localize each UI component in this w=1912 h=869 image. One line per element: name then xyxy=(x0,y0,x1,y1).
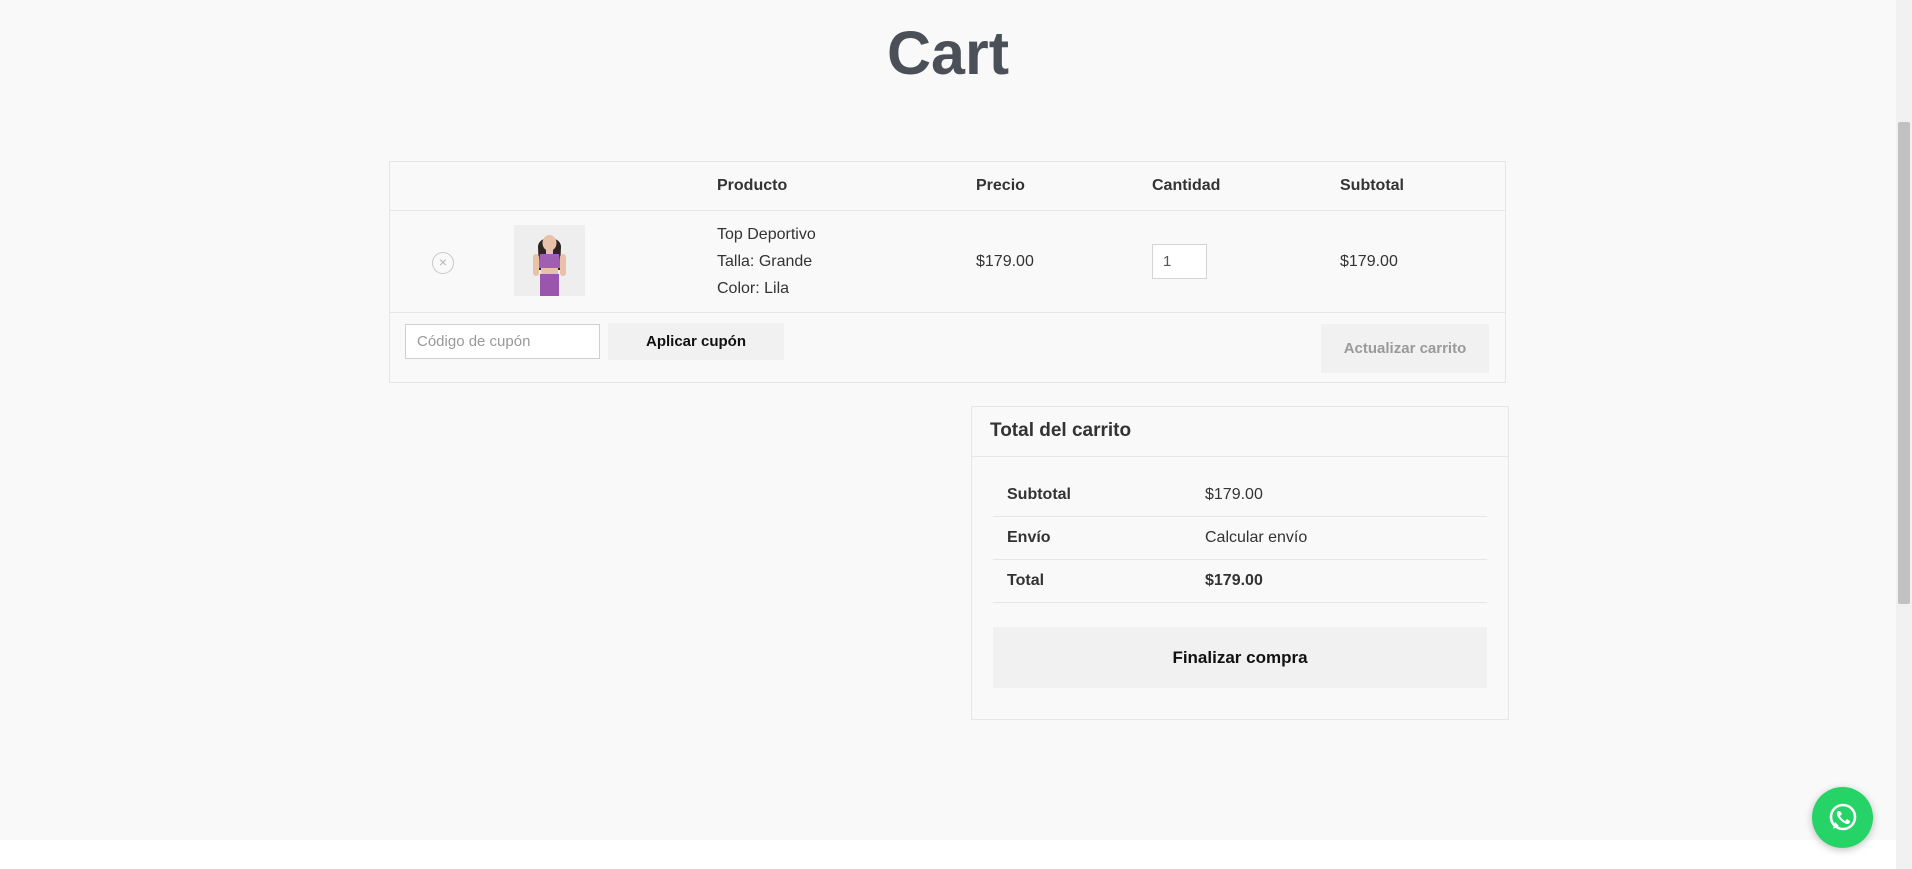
update-cart-button[interactable]: Actualizar carrito xyxy=(1321,324,1489,373)
calculate-shipping-link[interactable]: Calcular envío xyxy=(1205,529,1307,547)
page-title: Cart xyxy=(886,19,1010,87)
size-label: Talla: xyxy=(717,253,755,270)
close-icon: × xyxy=(438,254,448,270)
product-thumbnail[interactable] xyxy=(514,225,585,296)
totals-total-value: $179.00 xyxy=(1205,572,1263,589)
cart-actions: Aplicar cupón Actualizar carrito xyxy=(390,313,1505,382)
product-name-link[interactable]: Top Deportivo xyxy=(717,226,816,244)
whatsapp-chat-button[interactable] xyxy=(1812,787,1873,848)
product-size-meta: Talla: Grande xyxy=(717,253,812,271)
cart-totals-title: Total del carrito xyxy=(972,407,1508,457)
totals-total-label: Total xyxy=(1007,572,1045,589)
totals-subtotal-value: $179.00 xyxy=(1205,486,1263,503)
header-subtotal: Subtotal xyxy=(1340,177,1404,194)
size-value: Grande xyxy=(758,253,813,270)
apply-coupon-button[interactable]: Aplicar cupón xyxy=(608,323,784,360)
product-image-icon xyxy=(514,225,585,296)
totals-shipping-label: Envío xyxy=(1007,529,1051,546)
footer-band xyxy=(0,840,1896,869)
item-subtotal: $179.00 xyxy=(1340,253,1398,270)
cart-table-header: Producto Precio Cantidad Subtotal xyxy=(390,162,1505,211)
cart-table: Producto Precio Cantidad Subtotal × Top … xyxy=(389,161,1506,383)
scrollbar-thumb[interactable] xyxy=(1898,122,1910,604)
checkout-button[interactable]: Finalizar compra xyxy=(993,627,1487,688)
cart-page: Cart Producto Precio Cantidad Subtotal × xyxy=(0,0,1912,869)
header-quantity: Cantidad xyxy=(1152,177,1221,194)
quantity-input[interactable] xyxy=(1152,244,1207,279)
product-color-meta: Color: Lila xyxy=(717,280,789,298)
totals-row-total: Total $179.00 xyxy=(993,560,1487,603)
totals-subtotal-label: Subtotal xyxy=(1007,486,1071,503)
page-scrollbar[interactable] xyxy=(1896,0,1912,869)
header-product: Producto xyxy=(717,177,788,194)
remove-item-button[interactable]: × xyxy=(432,252,454,274)
totals-row-subtotal: Subtotal $179.00 xyxy=(993,474,1487,517)
whatsapp-icon xyxy=(1829,803,1856,830)
coupon-code-input[interactable] xyxy=(405,324,600,359)
item-price: $179.00 xyxy=(976,253,1034,270)
totals-row-shipping: Envío Calcular envío xyxy=(993,517,1487,560)
totals-table: Subtotal $179.00 Envío Calcular envío To… xyxy=(993,474,1487,603)
header-price: Precio xyxy=(976,177,1025,194)
cart-item-row: × Top Deportivo Talla: Grande Color: Lil… xyxy=(390,211,1505,313)
color-label: Color: xyxy=(717,280,760,297)
color-value: Lila xyxy=(764,280,790,297)
cart-totals: Total del carrito Subtotal $179.00 Envío… xyxy=(971,406,1509,720)
